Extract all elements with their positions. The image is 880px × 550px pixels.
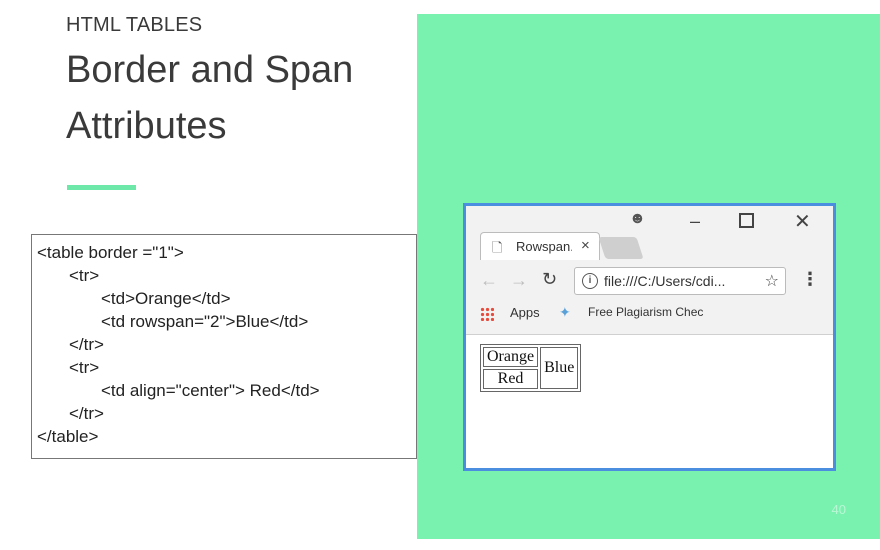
- bookmark-favicon-icon: ✦: [559, 304, 571, 320]
- slide-title-line-2: Attributes: [66, 105, 227, 147]
- browser-screenshot: 🗋 Rowspan. × ☻ – ✕ ← → ↻ i file:///C:/Us…: [463, 203, 836, 471]
- new-tab-button[interactable]: [598, 237, 644, 259]
- document-icon: 🗋: [492, 240, 503, 255]
- slide-title: Border and Span Attributes: [66, 42, 406, 154]
- section-kicker: HTML TABLES: [66, 14, 203, 36]
- table-cell-orange: Orange: [483, 347, 539, 367]
- rendered-table: Orange Blue Red: [480, 344, 582, 392]
- title-accent-bar: [67, 185, 136, 190]
- bookmark-item[interactable]: Free Plagiarism Chec: [588, 305, 728, 319]
- code-line: <td rowspan="2">Blue</td>: [101, 312, 309, 331]
- star-icon[interactable]: ☆: [765, 271, 779, 291]
- code-line: <table border ="1">: [37, 243, 184, 262]
- tab-close-icon[interactable]: ×: [581, 237, 590, 254]
- reload-icon[interactable]: ↻: [542, 269, 557, 290]
- info-icon[interactable]: i: [582, 273, 598, 289]
- code-sample-box: <table border ="1"> <tr> <td>Orange</td>…: [31, 234, 417, 459]
- code-line: <td align="center"> Red</td>: [101, 381, 320, 400]
- code-line: <tr>: [69, 266, 100, 285]
- slide-title-line-1: Border and Span: [66, 49, 354, 91]
- code-line: </tr>: [69, 404, 104, 423]
- bookmark-apps[interactable]: Apps: [510, 305, 540, 320]
- table-cell-blue: Blue: [540, 347, 579, 389]
- minimize-icon[interactable]: –: [690, 211, 700, 232]
- table-row: Orange Blue: [483, 347, 579, 389]
- menu-icon[interactable]: ⋮: [801, 269, 819, 290]
- url-text: file:///C:/Users/cdi...: [604, 273, 726, 289]
- tab-title: Rowspan.: [516, 239, 572, 254]
- table-cell-red: Red: [483, 369, 539, 389]
- page-number: 40: [831, 502, 846, 517]
- code-line: <td>Orange</td>: [101, 289, 231, 308]
- browser-chrome: 🗋 Rowspan. × ☻ – ✕ ← → ↻ i file:///C:/Us…: [466, 206, 833, 335]
- profile-icon[interactable]: ☻: [629, 210, 646, 228]
- code-line: </table>: [37, 427, 99, 446]
- slide: HTML TABLES Border and Span Attributes <…: [0, 0, 880, 550]
- maximize-icon[interactable]: [739, 213, 754, 228]
- code-line: <tr>: [69, 358, 100, 377]
- apps-grid-icon[interactable]: [480, 307, 494, 321]
- address-bar[interactable]: i file:///C:/Users/cdi... ☆: [574, 267, 786, 295]
- screenshot-panel: 🗋 Rowspan. × ☻ – ✕ ← → ↻ i file:///C:/Us…: [417, 14, 880, 539]
- close-icon[interactable]: ✕: [794, 209, 811, 234]
- back-arrow-icon[interactable]: ←: [480, 270, 498, 291]
- code-line: </tr>: [69, 335, 104, 354]
- forward-arrow-icon[interactable]: →: [510, 270, 528, 291]
- browser-tab[interactable]: 🗋 Rowspan. ×: [480, 232, 600, 260]
